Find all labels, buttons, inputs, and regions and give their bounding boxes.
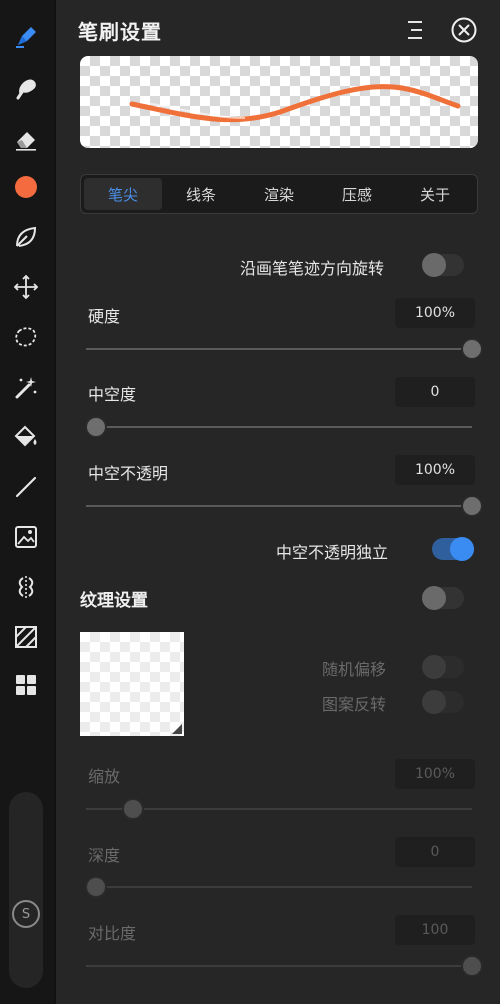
panel-title: 笔刷设置 (78, 20, 162, 44)
image-import-icon[interactable] (9, 520, 43, 554)
contrast-label: 对比度 (88, 924, 137, 943)
brush-stroke-preview (129, 84, 461, 123)
menu-icon[interactable] (405, 18, 425, 42)
texture-toggle[interactable] (422, 586, 464, 610)
hollow-opacity-label: 中空不透明 (88, 464, 169, 483)
leaf-icon[interactable] (9, 220, 43, 254)
hollow-opacity-value[interactable]: 100% (395, 455, 475, 485)
pattern-invert-toggle[interactable] (422, 690, 464, 714)
depth-label: 深度 (88, 846, 121, 865)
scale-label: 缩放 (88, 767, 121, 786)
contrast-value[interactable]: 100 (395, 915, 475, 945)
hardness-value[interactable]: 100% (395, 298, 475, 328)
hardness-label: 硬度 (88, 307, 121, 326)
texture-corner-marker (172, 724, 182, 734)
hollow-independent-label: 中空不透明独立 (276, 543, 389, 562)
scale-value[interactable]: 100% (395, 759, 475, 789)
hollowness-label: 中空度 (88, 385, 137, 404)
eraser-tool-icon[interactable] (9, 122, 43, 156)
smudge-tool-icon[interactable] (9, 72, 43, 106)
scale-slider[interactable] (86, 798, 472, 820)
hardness-slider[interactable] (86, 338, 483, 360)
brush-tool-icon[interactable] (9, 20, 43, 54)
hollowness-slider[interactable] (85, 416, 472, 438)
magic-wand-icon[interactable] (9, 370, 43, 404)
depth-thumb[interactable] (85, 876, 107, 898)
depth-value[interactable]: 0 (395, 837, 475, 867)
tab-stroke[interactable]: 线条 (162, 178, 240, 210)
random-offset-label: 随机偏移 (322, 660, 387, 679)
hollowness-thumb[interactable] (85, 416, 107, 438)
tab-render[interactable]: 渲染 (240, 178, 318, 210)
brush-tabs: 笔尖 线条 渲染 压感 关于 (80, 174, 478, 214)
size-knob-label: S (21, 906, 31, 922)
left-toolbar: S (0, 0, 54, 1004)
random-offset-toggle[interactable] (422, 655, 464, 679)
brush-preview (80, 56, 478, 148)
hollow-opacity-thumb[interactable] (461, 495, 483, 517)
line-tool-icon[interactable] (9, 470, 43, 504)
tab-pressure[interactable]: 压感 (318, 178, 396, 210)
contrast-slider[interactable] (86, 955, 483, 977)
close-icon[interactable] (451, 17, 477, 43)
fill-bucket-icon[interactable] (9, 420, 43, 454)
tab-brush-tip[interactable]: 笔尖 (84, 178, 162, 210)
texture-grid-icon[interactable] (9, 620, 43, 654)
pattern-invert-label: 图案反转 (322, 695, 387, 714)
texture-pattern-preview[interactable] (80, 632, 184, 736)
move-icon[interactable] (9, 270, 43, 304)
brush-size-knob[interactable]: S (12, 900, 40, 928)
tab-about[interactable]: 关于 (396, 178, 474, 210)
scale-thumb[interactable] (122, 798, 144, 820)
symmetry-icon[interactable] (9, 570, 43, 604)
color-picker-icon[interactable] (9, 170, 43, 204)
hardness-thumb[interactable] (461, 338, 483, 360)
layers-grid-icon[interactable] (9, 668, 43, 702)
brush-size-slider[interactable]: S (9, 792, 43, 988)
contrast-thumb[interactable] (461, 955, 483, 977)
brush-settings-panel: 笔刷设置 笔尖 线条 渲染 压感 关于 沿画笔笔迹方向旋转 硬度 100% 中空… (56, 0, 500, 1004)
depth-slider[interactable] (85, 876, 472, 898)
hollow-independent-toggle[interactable] (432, 537, 474, 561)
lasso-icon[interactable] (9, 320, 43, 354)
texture-section-title: 纹理设置 (80, 591, 148, 611)
hollowness-value[interactable]: 0 (395, 377, 475, 407)
rotate-toggle-label: 沿画笔笔迹方向旋转 (240, 259, 385, 278)
hollow-opacity-slider[interactable] (86, 495, 483, 517)
rotate-toggle[interactable] (422, 253, 464, 277)
